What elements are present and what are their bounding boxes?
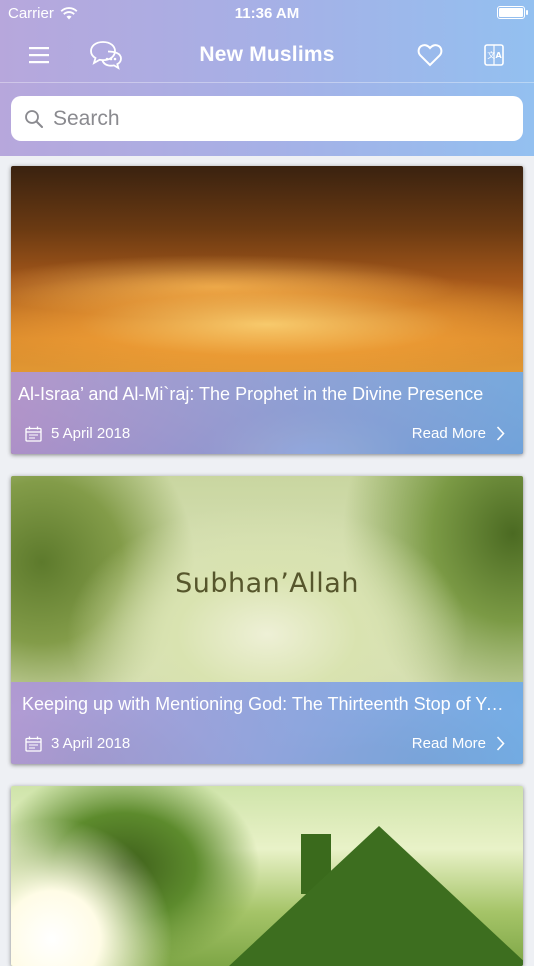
read-more-label: Read More [411, 735, 486, 752]
read-more-link[interactable]: Read More [412, 425, 505, 442]
article-title: Al-Israa’ and Al-Mi`raj: The Prophet in … [18, 384, 484, 404]
house-roof-shape [229, 826, 523, 966]
translate-icon: 文 A [484, 44, 504, 66]
favorites-button[interactable] [413, 38, 447, 72]
image-caption-text: Subhan’Allah [175, 568, 359, 599]
article-title: Keeping up with Mentioning God: The Thir… [22, 694, 513, 714]
search-icon [15, 109, 53, 129]
article-date: 5 April 2018 [25, 425, 130, 442]
article-date-label: 5 April 2018 [51, 425, 131, 442]
article-date-label: 3 April 2018 [51, 735, 131, 752]
language-button[interactable]: 文 A [477, 38, 511, 72]
chevron-right-icon [496, 736, 505, 751]
read-more-label: Read More [411, 425, 486, 442]
article-card[interactable]: Al-Israa’ and Al-Mi`raj: The Prophet in … [11, 166, 523, 454]
nav-divider [0, 82, 534, 83]
status-time: 11:36 AM [234, 5, 300, 22]
read-more-link[interactable]: Read More [412, 735, 505, 752]
chevron-right-icon [496, 426, 505, 441]
status-bar: Carrier 11:36 AM [0, 0, 534, 28]
page-title: New Muslims [199, 43, 335, 66]
svg-text:文: 文 [487, 50, 495, 60]
battery-icon [497, 6, 528, 19]
article-info: Al-Israa’ and Al-Mi`raj: The Prophet in … [11, 372, 523, 454]
search-bar[interactable] [11, 96, 523, 141]
svg-text:A: A [496, 51, 503, 60]
article-card[interactable] [11, 786, 523, 966]
navigation-bar: New Muslims 文 A [0, 28, 534, 82]
calendar-icon [25, 736, 42, 752]
calendar-icon [25, 426, 42, 442]
search-input[interactable] [53, 106, 493, 131]
article-date: 3 April 2018 [25, 735, 130, 752]
article-image-grass-house [11, 786, 523, 966]
heart-icon [417, 44, 443, 67]
article-card[interactable]: Subhan’Allah Keeping up with Mentioning … [11, 476, 523, 764]
article-info: Keeping up with Mentioning God: The Thir… [11, 682, 523, 764]
